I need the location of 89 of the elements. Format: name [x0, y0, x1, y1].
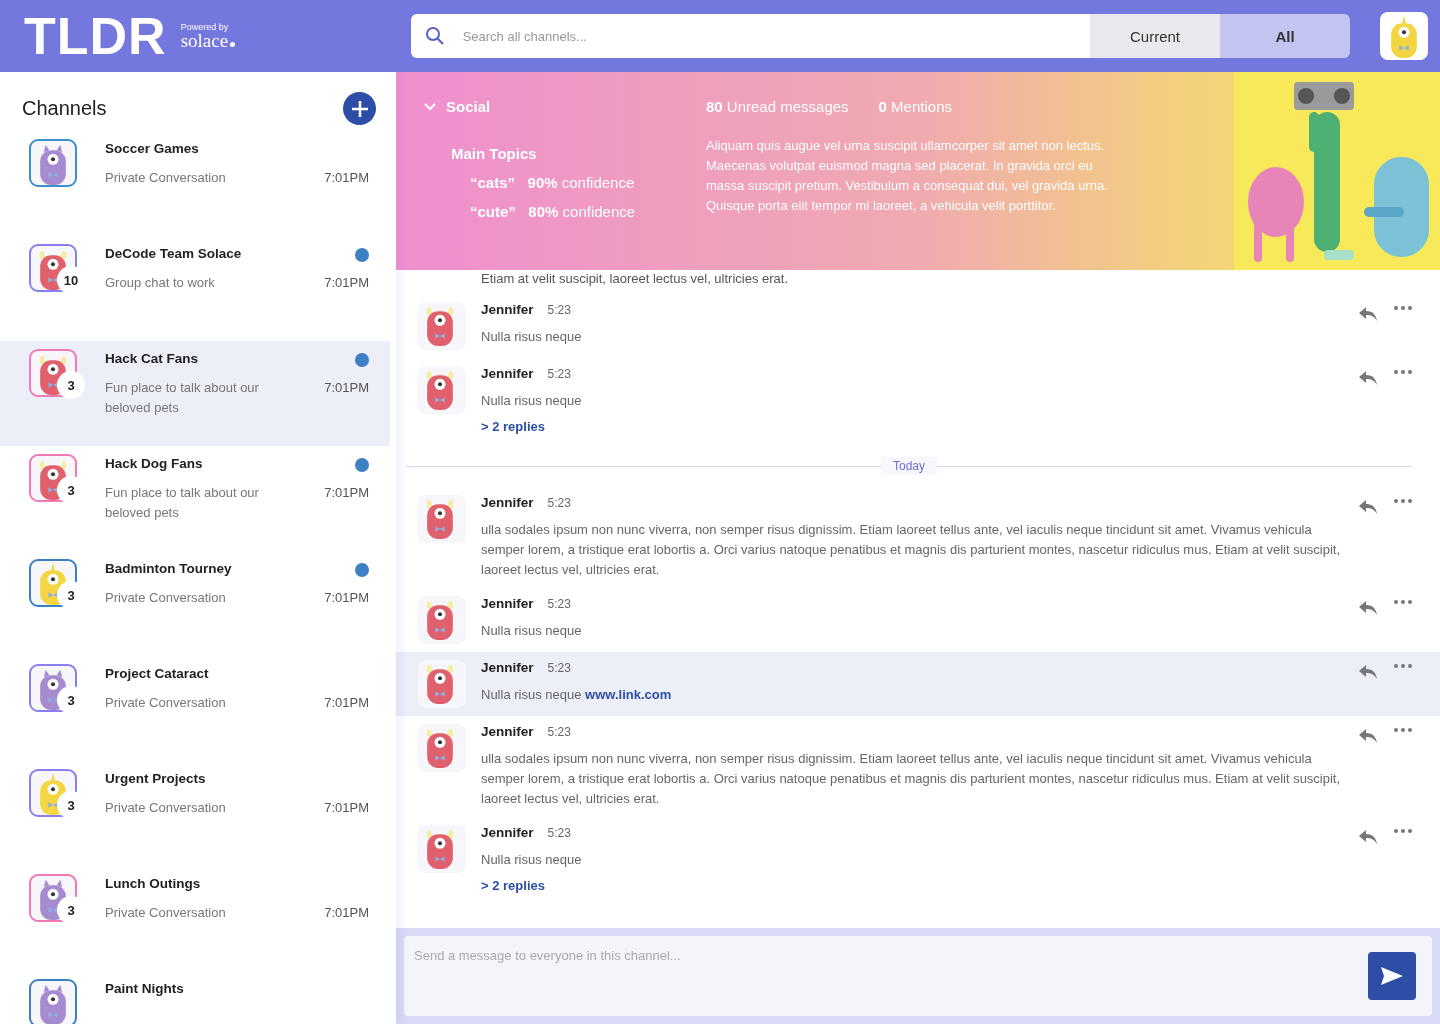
channel-time: 7:01PM [324, 695, 369, 710]
more-icon[interactable] [1394, 664, 1412, 668]
reply-icon[interactable] [1358, 370, 1378, 386]
channel-time: 7:01PM [324, 275, 369, 290]
topics-title: Main Topics [451, 145, 538, 162]
brand-name: solace [180, 32, 397, 50]
search-field[interactable]: Search all channels... [410, 14, 1090, 58]
search-icon [424, 26, 445, 46]
channel-subtitle: Fun place to talk about our beloved pets [105, 484, 260, 522]
channel-time: 7:01PM [324, 590, 369, 605]
send-icon [1380, 966, 1404, 986]
author-name: Jennifer [481, 660, 534, 675]
channel-name: Soccer Games [105, 141, 200, 156]
unread-stat: 80 Unread messages [706, 98, 849, 115]
plus-icon [349, 98, 370, 119]
channel-subtitle: Group chat to work [105, 274, 216, 292]
channel-name: Lunch Outings [105, 876, 202, 891]
channel-subtitle: Fun place to talk about our beloved pets [105, 379, 260, 417]
message-text: ulla sodales ipsum non nunc viverra, non semper risus dignissim. Etiam laoreet tellus ante, vel iaculis neque tincidunt sit amet. Vivamus vehicula semper lorem, a tristique erat lobortis a. Orci varius natoque penatibus et magnis dis parturient montes, nascetur ridiculus mus. Etiam at velit suscipit, laoreet lectus vel, ultricies erat. [481, 521, 1342, 579]
message-time: 5:23 [547, 597, 571, 611]
more-icon[interactable] [1394, 728, 1412, 732]
reply-icon[interactable] [1358, 664, 1378, 680]
channel-item[interactable]: Paint Nights [0, 971, 390, 1024]
message-time: 5:23 [547, 303, 571, 317]
message-text: ulla sodales ipsum non nunc viverra, non semper risus dignissim. Etiam laoreet tellus ante, vel iaculis neque tincidunt sit amet. Vivamus vehicula semper lorem, a tristique erat lobortis a. Orci varius natoque penatibus et magnis dis parturient montes, nascetur ridiculus mus. Etiam at velit suscipit, laoreet lectus vel, ultricies erat. [481, 750, 1342, 808]
message-input[interactable]: Send a message to everyone in this channel... [404, 936, 1432, 1016]
reply-icon[interactable] [1358, 728, 1378, 744]
scope-tab[interactable]: Current [1090, 14, 1220, 58]
channel-time: 7:01PM [324, 905, 369, 920]
message-text: Nulla risus neque [481, 328, 583, 346]
message-time: 5:23 [547, 661, 571, 675]
channel-subtitle: Private Conversation [105, 799, 227, 817]
more-icon[interactable] [1394, 370, 1412, 374]
channel-subtitle: Private Conversation [105, 904, 227, 922]
count-badge: 3 [57, 371, 85, 399]
mentions-stat: 0 Mentions [878, 98, 952, 115]
link[interactable]: www.link.com [585, 687, 672, 702]
message-text: Nulla risus neque [481, 851, 583, 869]
message-text: Etiam at velit suscipit, laoreet lectus vel, ultricies erat. [480, 270, 790, 288]
app-logo: TLDR [24, 6, 167, 66]
topic-row-text: “cute” 80% confidence [470, 203, 637, 220]
channel-name: Project Cataract [105, 666, 210, 681]
channel-name: Hack Dog Fans [105, 456, 204, 471]
message-time: 5:23 [547, 367, 571, 381]
message-text: Nulla risus neque [481, 622, 583, 640]
sidebar-title: Channels [22, 97, 107, 120]
date-divider-label: Today [881, 457, 937, 475]
summary-text: Aliquam quis augue vel urna suscipit ullamcorper sit amet non lectus. Maecenas volutpat euismod magna sed placerat. In gravida orci eu massa suscipit pretium. Vestibulum a consequat dui, vel gravida urna. Quisque porta elit tempor mi laoreet, a vehicula velit porttitor. [706, 137, 1109, 215]
scope-tab[interactable]: All [1220, 14, 1350, 58]
channel-name: DeCode Team Solace [105, 246, 243, 261]
channel-time: 7:01PM [324, 485, 369, 500]
channel-time: 7:01PM [324, 380, 369, 395]
channel-name: Badminton Tourney [105, 561, 233, 576]
author-name: Jennifer [481, 366, 534, 381]
author-name: Jennifer [481, 302, 534, 317]
author-name: Jennifer [481, 596, 534, 611]
topic-row-text: “cats” 90% confidence [470, 174, 636, 191]
author-name: Jennifer [481, 724, 534, 739]
channel-time: 7:01PM [324, 800, 369, 815]
more-icon[interactable] [1394, 829, 1412, 833]
reply-icon[interactable] [1358, 306, 1378, 322]
author-name: Jennifer [481, 495, 534, 510]
channel-time: 7:01PM [324, 170, 369, 185]
message-text: Nulla risus neque [481, 392, 583, 410]
message-time: 5:23 [547, 725, 571, 739]
powered-by-text: Powered by [180, 22, 230, 32]
more-icon[interactable] [1394, 600, 1412, 604]
channel-subtitle: Private Conversation [105, 589, 227, 607]
more-icon[interactable] [1394, 499, 1412, 503]
channel-name: Hack Cat Fans [105, 351, 200, 366]
author-name: Jennifer [481, 825, 534, 840]
channel-subtitle: Private Conversation [105, 169, 227, 187]
channel-name: Paint Nights [105, 981, 185, 996]
reply-icon[interactable] [1358, 600, 1378, 616]
channel-name: Urgent Projects [105, 771, 207, 786]
more-icon[interactable] [1394, 306, 1412, 310]
channel-subtitle: Private Conversation [105, 694, 227, 712]
replies-link[interactable]: > 2 replies [481, 878, 545, 893]
user-avatar[interactable] [1380, 12, 1428, 60]
channel-item[interactable]: 3 Hack Cat Fans Fun place to talk about our beloved pets 7:01PM [0, 341, 390, 446]
reply-icon[interactable] [1358, 829, 1378, 845]
channel-title: Social [446, 98, 491, 115]
replies-link[interactable]: > 2 replies [481, 419, 545, 434]
message-time: 5:23 [547, 826, 571, 840]
send-button[interactable] [1368, 952, 1416, 1000]
reply-icon[interactable] [1358, 499, 1378, 515]
message-text: Nulla risus neque www.link.com [481, 686, 673, 704]
add-channel-button[interactable] [343, 92, 376, 125]
message-time: 5:23 [547, 496, 571, 510]
